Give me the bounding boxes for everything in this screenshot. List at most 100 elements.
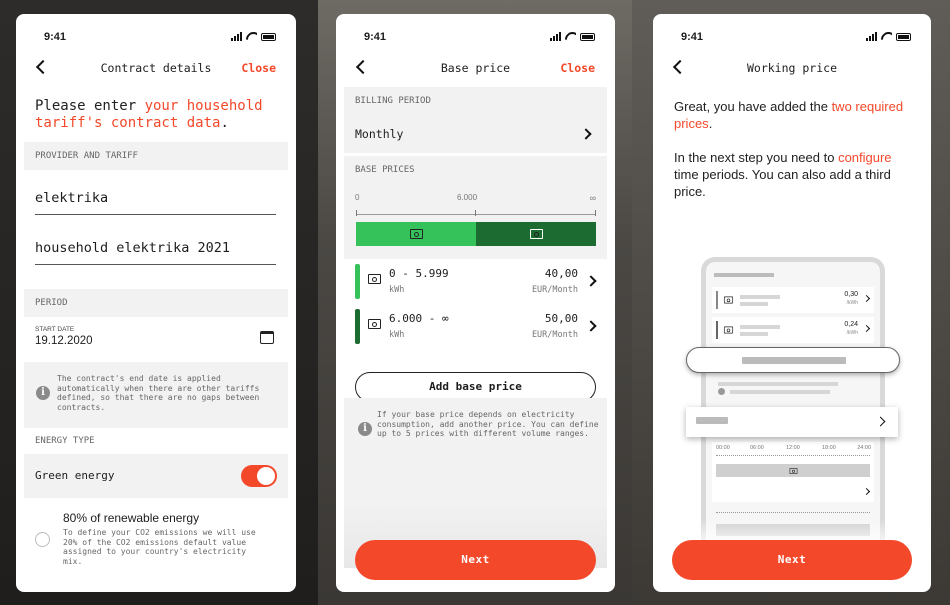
signal-icon [231,32,242,41]
next-label: Next [777,553,807,566]
chevron-right-icon [585,320,597,332]
page-title: Working price [746,61,837,75]
green-energy-label: Green energy [35,469,115,482]
tariff-field[interactable]: household elektrika 2021 [35,240,276,265]
calendar-icon[interactable] [260,331,274,344]
price-color-bar [355,309,360,344]
green-energy-row: Green energy [24,454,288,498]
status-bar: 9:41 [653,30,931,46]
phone-illustration: 0,30 /kWh 0,24 /kWh 00:00 06:00 12:00 18… [701,257,885,547]
illus-unit: /kWh [846,300,858,306]
cash-icon [368,319,381,329]
next-step-prefix: In the next step you need to [674,150,839,165]
intro-text: Please enter your household tariff's con… [35,98,282,132]
scale-axis [356,214,596,215]
price-amount: 40,00 [544,267,578,280]
price-currency: EUR/Month [531,285,578,295]
chevron-right-icon [862,324,871,333]
success-suffix: . [708,116,713,131]
illus-highlight-card [686,407,898,437]
nav-bar: Contract details Close [16,59,296,80]
start-date-field[interactable]: START DATE 19.12.2020 [35,326,276,356]
scale-tick-end [595,210,596,216]
green-energy-toggle[interactable] [241,465,277,487]
billing-section-header: BILLING PERIOD [344,87,607,115]
illus-time: 18:00 [822,445,836,451]
renewable-desc: To define your CO2 emissions we will use… [63,528,256,566]
price-amount: 50,00 [544,312,578,325]
tariff-value: household elektrika 2021 [35,240,231,256]
toggle-knob [257,467,275,485]
base-price-info-text: If your base price depends on electricit… [377,410,599,438]
battery-icon [580,32,595,41]
period-section-header: PERIOD [24,289,288,317]
illus-price-card: 0,30 /kWh [712,287,874,313]
period-section-label: PERIOD [35,298,68,308]
period-info-text: The contract's end date is applied autom… [57,374,260,412]
scale-label-start: 0 [355,193,360,202]
illus-highlight-pill [686,347,900,373]
chevron-right-icon [862,294,871,303]
renewable-title: 80% of renewable energy [63,511,200,525]
next-button[interactable]: Next [672,540,912,580]
wifi-icon [246,32,257,41]
status-time: 9:41 [681,31,704,43]
period-info-box: i The contract's end date is applied aut… [24,362,288,428]
base-prices-section-label: BASE PRICES [355,165,415,175]
add-base-price-label: Add base price [429,380,522,393]
illus-timeline: 00:00 06:00 12:00 18:00 24:00 [712,442,874,502]
cash-icon [529,229,543,239]
provider-section-header: PROVIDER AND TARIFF [24,142,288,170]
cash-icon [723,326,734,334]
cash-icon [368,274,381,284]
price-color-bar [355,264,360,299]
price-range: 0 - 5.999 [389,267,449,280]
base-price-screen: 9:41 Base price Close BILLING PERIOD Mon… [336,14,615,592]
next-button[interactable]: Next [355,540,596,580]
scale-tick-mid [475,210,476,216]
illus-time: 24:00 [857,445,871,451]
cash-icon [409,229,423,239]
close-button[interactable]: Close [241,61,276,75]
wifi-icon [881,32,892,41]
start-date-value: 19.12.2020 [35,335,93,347]
next-step-highlight: configure [838,150,892,165]
price-item[interactable]: 0 - 5.999 kWh 40,00 EUR/Month [344,264,607,302]
nav-bar: Working price [653,59,931,80]
illus-value: 0,30 [844,291,858,298]
contract-details-screen: 9:41 Contract details Close Please enter… [16,14,296,592]
scale-label-end: ∞ [589,193,596,203]
battery-icon [896,32,911,41]
next-label: Next [461,553,490,566]
working-price-screen: 9:41 Working price Great, you have added… [653,14,931,592]
info-icon: i [36,386,50,400]
radio-button[interactable] [35,532,50,547]
price-unit: kWh [389,285,405,295]
billing-period-row[interactable]: Monthly [344,115,607,153]
signal-icon [866,32,877,41]
provider-field[interactable]: elektrika [35,190,276,215]
scale-bar-segment-1[interactable] [356,222,476,246]
status-bar: 9:41 [16,30,296,46]
close-button[interactable]: Close [560,61,595,75]
renewable-option[interactable]: 80% of renewable energy To define your C… [24,504,288,582]
billing-value: Monthly [355,127,404,141]
wifi-icon [565,32,576,41]
provider-value: elektrika [35,190,109,206]
scale-tick-start [356,210,357,216]
energy-section-label: ENERGY TYPE [35,436,95,446]
chevron-right-icon [862,487,871,496]
scale-bar-segment-2[interactable] [476,222,596,246]
price-currency: EUR/Month [531,330,578,340]
price-item[interactable]: 6.000 - ∞ kWh 50,00 EUR/Month [344,309,607,347]
start-date-label: START DATE [35,326,75,333]
illus-price-card: 0,24 /kWh [712,317,874,343]
billing-section-label: BILLING PERIOD [355,96,431,106]
chevron-right-icon [875,416,886,427]
info-icon: i [358,422,372,436]
illus-unit: /kWh [846,330,858,336]
cash-icon [789,467,797,474]
success-message: Great, you have added the two required p… [674,98,913,132]
intro-prefix: Please enter [35,98,145,114]
chevron-right-icon [580,128,592,140]
